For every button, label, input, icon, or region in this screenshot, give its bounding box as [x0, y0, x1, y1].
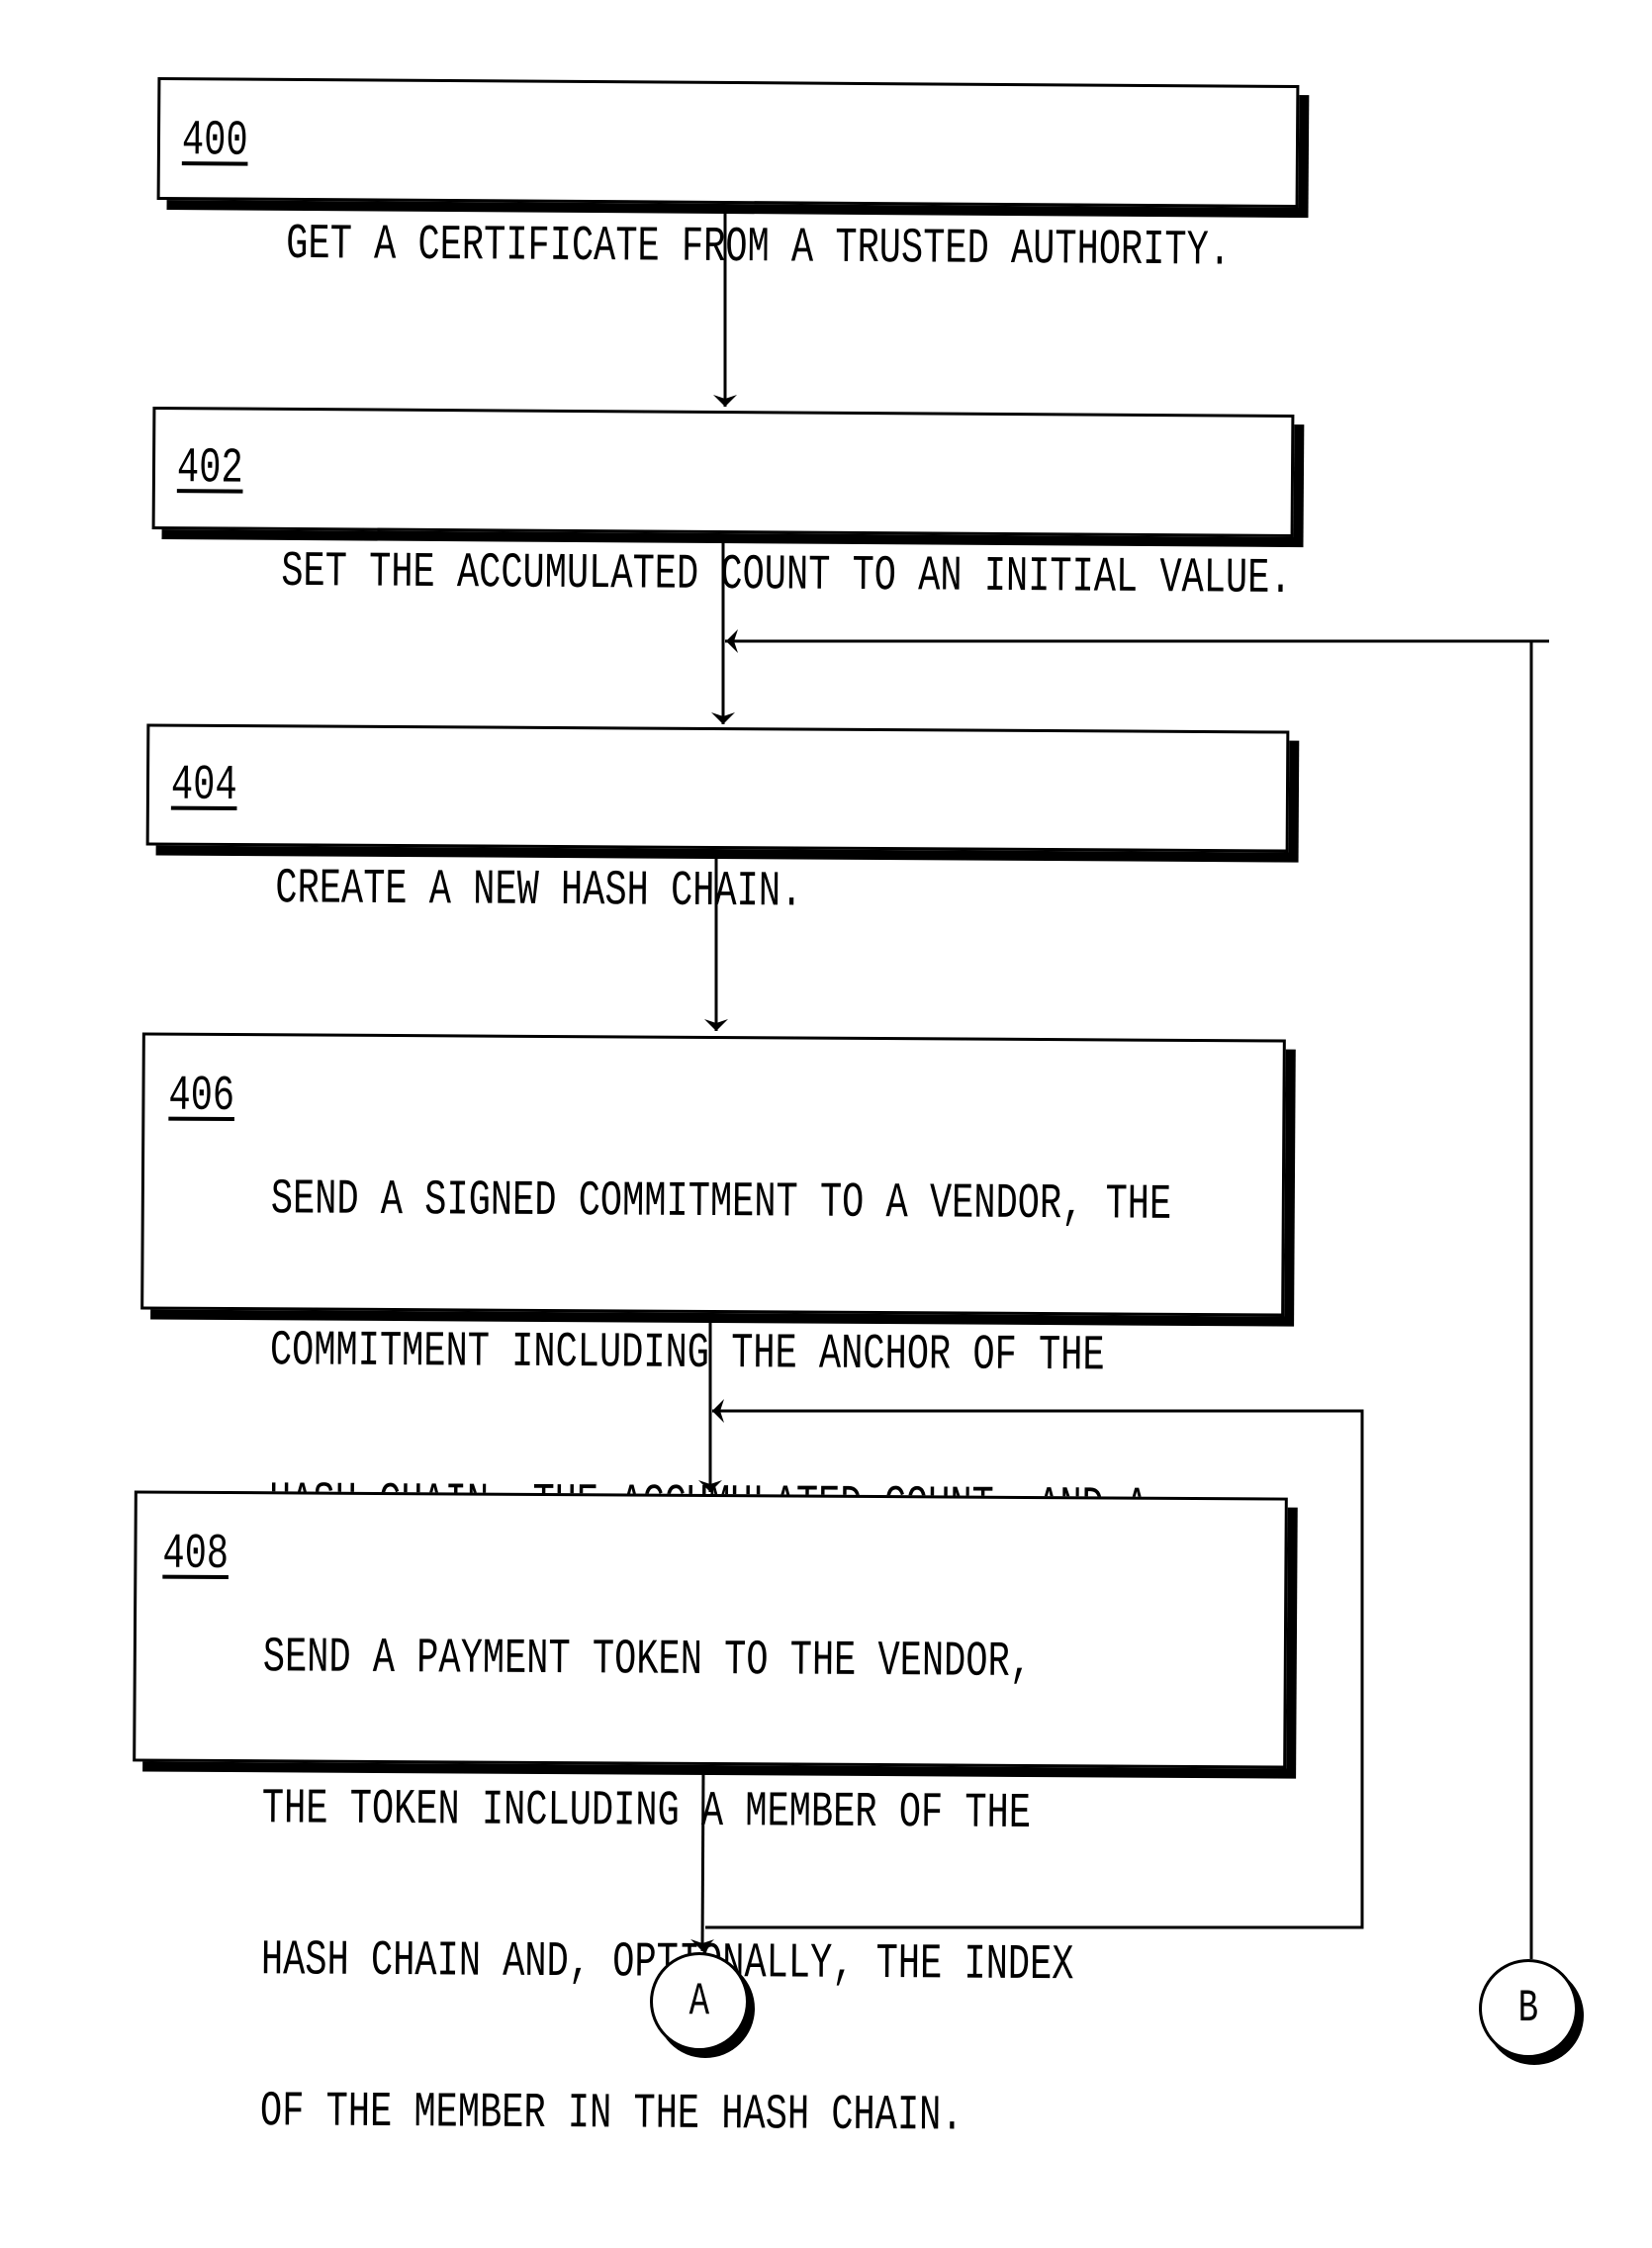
step-text-402: SET THE ACCUMULATED COUNT TO AN INITIAL … [280, 446, 1292, 705]
step-text-404: CREATE A NEW HASH CHAIN. [275, 763, 803, 1018]
connector-label-A: A [688, 1976, 710, 2027]
step-box-404: 404 CREATE A NEW HASH CHAIN. [145, 723, 1290, 921]
step-text-line: GET A CERTIFICATE FROM A TRUSTED AUTHORI… [286, 216, 1232, 280]
step-box-408: 408 SEND A PAYMENT TOKEN TO THE VENDOR, … [133, 1490, 1288, 2145]
step-number-408: 408 [162, 1526, 229, 1584]
step-box-400: 400 GET A CERTIFICATE FROM A TRUSTED AUT… [156, 76, 1300, 280]
step-number-402: 402 [176, 440, 243, 498]
step-text-line: OF THE MEMBER IN THE HASH CHAIN. [259, 2084, 964, 2145]
connector-A: A [650, 1952, 749, 2051]
step-number-400: 400 [181, 113, 248, 170]
step-text-line: CREATE A NEW HASH CHAIN. [275, 861, 803, 921]
connector-label-B: B [1517, 1983, 1539, 2034]
step-text-line: SET THE ACCUMULATED COUNT TO AN INITIAL … [281, 543, 1292, 609]
flowchart-canvas: 400 GET A CERTIFICATE FROM A TRUSTED AUT… [0, 0, 1652, 2145]
connector-B: B [1479, 1959, 1578, 2058]
step-text-line: SEND A PAYMENT TOKEN TO THE VENDOR, [262, 1630, 1033, 1691]
step-number-404: 404 [170, 757, 237, 815]
step-text-400: GET A CERTIFICATE FROM A TRUSTED AUTHORI… [285, 119, 1232, 378]
step-number-406: 406 [168, 1068, 235, 1126]
step-text-line: COMMITMENT INCLUDING THE ANCHOR OF THE [269, 1323, 1105, 1385]
step-box-406: 406 SEND A SIGNED COMMITMENT TO A VENDOR… [140, 1032, 1286, 1683]
step-text-408: SEND A PAYMENT TOKEN TO THE VENDOR, THE … [259, 1532, 1076, 2243]
step-box-402: 402 SET THE ACCUMULATED COUNT TO AN INIT… [151, 406, 1295, 608]
step-text-line: SEND A SIGNED COMMITMENT TO A VENDOR, TH… [270, 1171, 1172, 1234]
step-text-line: THE TOKEN INCLUDING A MEMBER OF THE [261, 1781, 1032, 1842]
